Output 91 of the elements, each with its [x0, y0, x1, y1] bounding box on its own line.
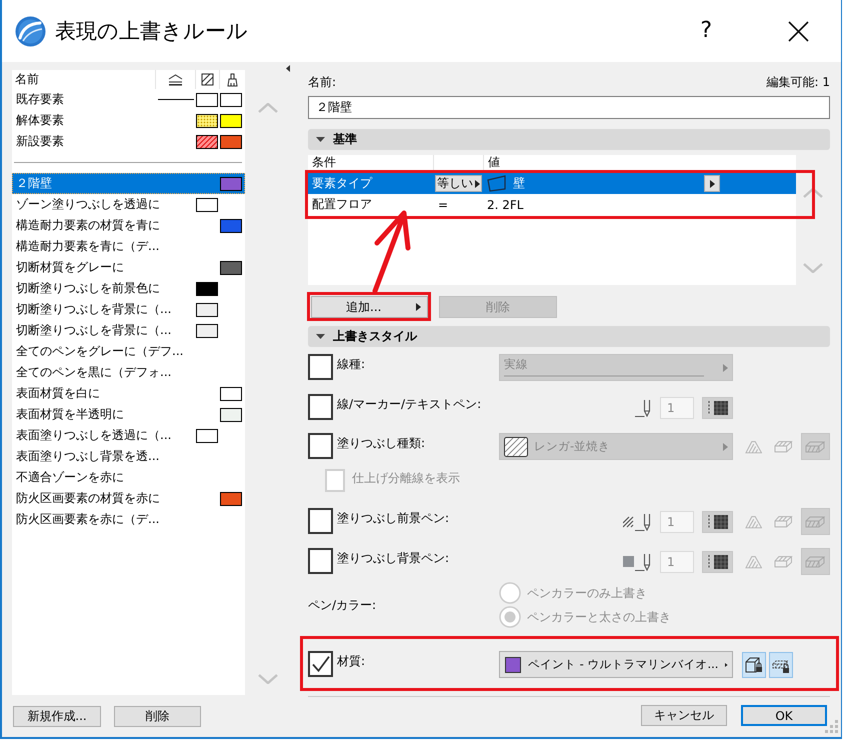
hatch-swatch-icon: [504, 436, 528, 456]
checkbox-label: 線種:: [337, 356, 366, 373]
rule-item[interactable]: 切断塗りつぶしを前景色に: [12, 278, 245, 299]
delete-button[interactable]: 削除: [114, 706, 201, 727]
condition-cell: 配置フロア: [312, 196, 372, 213]
rule-item[interactable]: 構造耐力要素の材質を青に: [12, 215, 245, 236]
caret-icon: [710, 180, 714, 188]
caret-icon: [725, 660, 728, 668]
field-label: ペン/カラー:: [308, 596, 378, 614]
rule-item[interactable]: ゾーン塗りつぶしを透過に: [12, 194, 245, 215]
status-row: 解体要素: [12, 110, 245, 131]
status-row: 既存要素: [12, 89, 245, 110]
rule-item[interactable]: 表面材質を半透明に: [12, 404, 245, 425]
operator-cell: =: [438, 198, 448, 212]
checkbox-label: 仕上げ分離線を表示: [352, 470, 460, 487]
box-front-icon: [805, 440, 826, 453]
criteria-row[interactable]: 配置フロア = 2. 2FL: [308, 194, 796, 215]
column-header: 条件: [311, 155, 336, 170]
criteria-row[interactable]: 要素タイプ 等しい 壁: [308, 173, 796, 194]
rule-item[interactable]: 防火区画要素の材質を赤に: [12, 488, 245, 509]
checkbox-label: 材質:: [337, 653, 366, 670]
value-cell: 壁: [513, 175, 525, 192]
app-logo-icon: [15, 16, 46, 46]
rule-item[interactable]: 切断塗りつぶしを背景に（...: [12, 299, 245, 320]
rule-item[interactable]: 表面材質を白に: [12, 383, 245, 404]
pen-icon: [635, 398, 652, 416]
pen-icon: [635, 512, 652, 530]
pen-pattern-button[interactable]: [702, 396, 733, 418]
column-header: 名前: [14, 71, 39, 88]
fill-pattern-icon: [201, 73, 214, 86]
field-label: 名前:: [308, 74, 336, 90]
rule-item[interactable]: 切断塗りつぶしを背景に（...: [12, 320, 245, 341]
checkbox-label: 塗りつぶし種類:: [337, 435, 426, 452]
name-field[interactable]: ２階壁: [308, 96, 830, 119]
hatch-icon: [623, 516, 634, 528]
new-button[interactable]: 新規作成...: [13, 706, 101, 727]
add-button[interactable]: 追加...: [311, 296, 428, 318]
cancel-button[interactable]: キャンセル: [641, 705, 727, 726]
column-header: 値: [487, 155, 500, 170]
pen-pattern-button[interactable]: [702, 550, 733, 572]
rule-item[interactable]: 防火区画要素を赤に（デ...: [12, 509, 245, 530]
rule-item[interactable]: 構造耐力要素を青に（デ...: [12, 236, 245, 257]
rule-item[interactable]: 不適合ゾーンを赤に: [12, 467, 245, 488]
caret-icon: [475, 180, 480, 188]
condition-cell: 要素タイプ: [312, 175, 372, 192]
surface-button[interactable]: [800, 433, 830, 460]
checkbox-label: 線/マーカー/テキストペン:: [337, 396, 482, 413]
brush-icon: [227, 72, 238, 86]
surface-button[interactable]: [800, 508, 830, 535]
close-icon[interactable]: [788, 20, 809, 42]
value-menu-button[interactable]: [704, 175, 720, 192]
toggle-button[interactable]: [769, 652, 793, 678]
checkbox-label: 塗りつぶし背景ペン:: [337, 550, 450, 567]
edit-count: 編集可能: 1: [766, 74, 830, 90]
box-front-icon: [805, 555, 826, 568]
section-header[interactable]: 上書きスタイル: [308, 326, 830, 347]
status-row: 新設要素: [12, 131, 245, 152]
caret-icon: [723, 442, 728, 450]
rule-item[interactable]: ２階壁: [12, 173, 245, 194]
value-cell: 2. 2FL: [487, 198, 524, 212]
pen-icon: [635, 552, 652, 570]
rule-item[interactable]: 全てのペンを黒に（デフォ...: [12, 362, 245, 383]
surface-button[interactable]: [800, 548, 830, 575]
box-front-icon: [805, 515, 826, 528]
pattern-icon: [706, 554, 728, 570]
pattern-icon: [706, 400, 728, 416]
checkbox-label: 塗りつぶし前景ペン:: [337, 510, 450, 527]
caret-icon: [723, 364, 728, 372]
rule-item[interactable]: 切断材質をグレーに: [12, 257, 245, 278]
checkbox[interactable]: [308, 651, 333, 677]
wall-icon: [487, 175, 506, 192]
toggle-button[interactable]: [742, 652, 766, 678]
rule-item[interactable]: 全てのペンをグレーに（デフ...: [12, 341, 245, 362]
material-dropdown[interactable]: ペイント - ウルトラマリンバイオ...: [499, 651, 733, 678]
scroll-up-icon[interactable]: [803, 188, 823, 198]
line-sample-icon: [504, 375, 704, 377]
rule-item[interactable]: 表面塗りつぶしを透過に（...: [12, 425, 245, 446]
locked-cube-icon: [745, 656, 763, 674]
radio-label: ペンカラーと太さの上書き: [527, 608, 671, 626]
splitter-icon[interactable]: [286, 65, 290, 72]
window-title: 表現の上書きルール: [55, 18, 248, 45]
pen-pattern-button[interactable]: [702, 510, 733, 532]
operator-dropdown[interactable]: 等しい: [435, 175, 482, 192]
radio-label: ペンカラーのみ上書き: [527, 584, 647, 602]
rule-item[interactable]: 表面塗りつぶし背景を透...: [12, 446, 245, 467]
ok-button[interactable]: OK: [741, 705, 827, 726]
fill-square-icon: [623, 556, 634, 567]
pattern-icon: [706, 514, 728, 530]
line-weight-icon: [168, 74, 183, 86]
section-header[interactable]: 基準: [308, 129, 830, 150]
help-button[interactable]: ?: [700, 18, 712, 44]
